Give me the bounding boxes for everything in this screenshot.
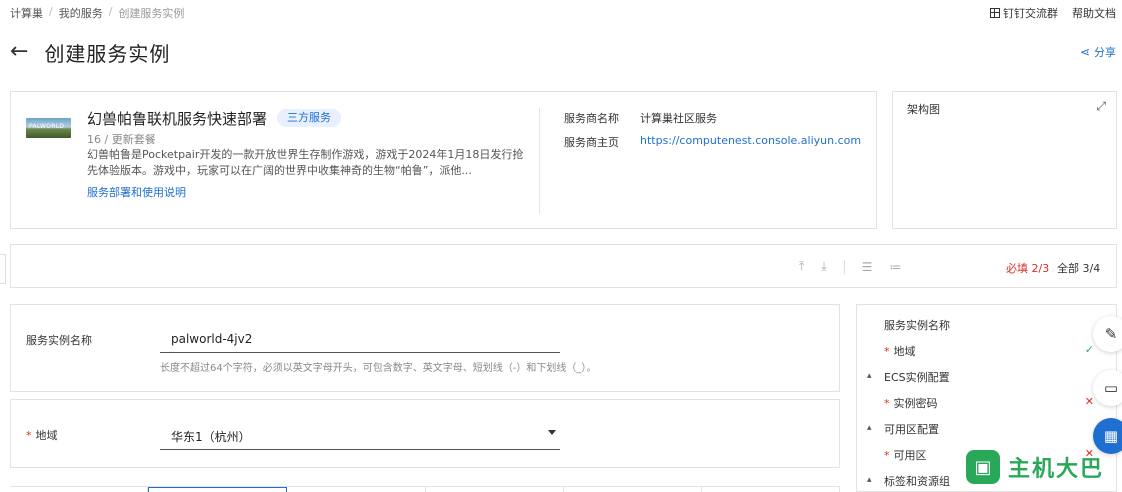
dingtalk-group-link[interactable]: 钉钉交流群 bbox=[990, 5, 1058, 21]
instance-name-label: 服务实例名称 bbox=[26, 334, 92, 347]
zone-tab[interactable] bbox=[564, 487, 702, 492]
required-asterisk: * bbox=[26, 429, 32, 442]
collapse-all-icon[interactable]: ☰ bbox=[862, 260, 873, 274]
pencil-icon: ✎ bbox=[1104, 325, 1118, 343]
title-row: ← 创建服务实例 bbox=[10, 38, 170, 66]
third-party-badge: 三方服务 bbox=[277, 109, 341, 127]
list-icon[interactable]: ≔ bbox=[889, 260, 901, 274]
check-icon: ✓ bbox=[1084, 343, 1094, 356]
provider-row: 服务商名称 计算巢社区服务 bbox=[564, 110, 717, 126]
region-label: 地域 bbox=[35, 429, 58, 442]
top-bar: 计算巢 / 我的服务 / 创建服务实例 钉钉交流群 帮助文档 bbox=[0, 0, 1122, 26]
scroll-bottom-icon[interactable]: ⤓ bbox=[821, 259, 826, 274]
outline-item-password[interactable]: * 实例密码 bbox=[884, 395, 938, 411]
outline-item-instance-name[interactable]: 服务实例名称 bbox=[884, 317, 950, 333]
chat-icon: ▭ bbox=[1103, 379, 1119, 397]
expand-icon[interactable]: ⤢ bbox=[1096, 99, 1106, 114]
outline-item-password-label: 实例密码 bbox=[893, 397, 938, 410]
outline-item-zone[interactable]: * 可用区 bbox=[884, 447, 927, 463]
outline-item-region[interactable]: * 地域 bbox=[884, 343, 916, 359]
provider-label: 服务商名称 bbox=[564, 112, 619, 125]
share-label: 分享 bbox=[1094, 46, 1116, 59]
architecture-title: 架构图 bbox=[907, 103, 940, 116]
top-right-links: 钉钉交流群 帮助文档 bbox=[990, 5, 1116, 21]
breadcrumb-separator: / bbox=[108, 5, 113, 18]
region-label-wrap: * 地域 bbox=[26, 427, 58, 443]
instance-name-hint: 长度不超过64个字符，必须以英文字母开头，可包含数字、英文字母、短划线（-）和下… bbox=[160, 363, 597, 374]
collapse-bullet-icon[interactable]: ▴ bbox=[867, 371, 872, 381]
share-icon: ⋖ bbox=[1079, 45, 1090, 59]
zone-tab[interactable] bbox=[10, 487, 149, 492]
back-arrow-icon[interactable]: ← bbox=[10, 41, 28, 63]
required-asterisk: * bbox=[884, 345, 890, 358]
breadcrumb-item-my-services[interactable]: 我的服务 bbox=[59, 5, 103, 21]
collapse-bullet-icon[interactable]: ▴ bbox=[867, 475, 872, 485]
outline-item-ecs[interactable]: ECS实例配置 bbox=[884, 369, 950, 385]
breadcrumb-item-computenest[interactable]: 计算巢 bbox=[10, 5, 43, 21]
form-toolbar: ⤒ ⤓ ☰ ≔ 必填 2/3 全部 3/4 bbox=[10, 244, 1117, 288]
homepage-label: 服务商主页 bbox=[564, 136, 619, 149]
bus-icon: ▣ bbox=[966, 450, 1000, 484]
zone-tab[interactable] bbox=[702, 487, 841, 492]
deploy-guide-link[interactable]: 服务部署和使用说明 bbox=[87, 184, 186, 200]
homepage-row: 服务商主页 https://computenest.console.aliyun… bbox=[564, 134, 861, 150]
zone-tab-active[interactable] bbox=[148, 487, 288, 492]
edit-float-button[interactable]: ✎ bbox=[1093, 316, 1122, 352]
region-select[interactable]: 华东1（杭州） bbox=[160, 420, 560, 450]
breadcrumb-separator: / bbox=[49, 5, 53, 18]
instance-name-card: 服务实例名称 长度不超过64个字符，必须以英文字母开头，可包含数字、英文字母、短… bbox=[10, 304, 840, 392]
dingtalk-group-label: 钉钉交流群 bbox=[1003, 7, 1058, 20]
outline-item-zone-config[interactable]: 可用区配置 bbox=[884, 421, 939, 437]
instance-name-input[interactable] bbox=[160, 325, 560, 353]
service-info-card: PALWORLD 幻兽帕鲁联机服务快速部署 三方服务 16 / 更新套餐 幻兽帕… bbox=[10, 91, 877, 229]
service-title: 幻兽帕鲁联机服务快速部署 bbox=[87, 110, 268, 128]
zone-tab[interactable] bbox=[287, 487, 426, 492]
watermark: ▣ 主机大巴 bbox=[966, 450, 1104, 484]
zone-tab[interactable] bbox=[426, 487, 564, 492]
region-card: * 地域 华东1（杭州） bbox=[10, 399, 840, 468]
error-x-icon: ✕ bbox=[1084, 395, 1094, 408]
architecture-card: 架构图 ⤢ bbox=[892, 91, 1117, 229]
outline-item-zone-label: 可用区 bbox=[893, 449, 927, 462]
service-description: 幻兽帕鲁是Pocketpair开发的一款开放世界生存制作游戏，游戏于2024年1… bbox=[87, 148, 524, 177]
all-count[interactable]: 全部 3/4 bbox=[1057, 260, 1100, 276]
toolbar-divider bbox=[843, 259, 845, 274]
scroll-top-icon[interactable]: ⤒ bbox=[799, 259, 804, 274]
provider-value: 计算巢社区服务 bbox=[640, 112, 717, 125]
help-docs-link[interactable]: 帮助文档 bbox=[1072, 5, 1116, 21]
apps-float-button[interactable]: ▦ bbox=[1093, 418, 1122, 454]
share-button[interactable]: ⋖ 分享 bbox=[1080, 44, 1116, 60]
outline-item-region-label: 地域 bbox=[893, 345, 916, 358]
left-side-tab[interactable] bbox=[0, 254, 6, 284]
required-asterisk: * bbox=[884, 449, 890, 462]
required-asterisk: * bbox=[884, 397, 890, 410]
service-version: 16 / 更新套餐 bbox=[87, 133, 156, 146]
breadcrumb-item-current: 创建服务实例 bbox=[118, 7, 185, 20]
watermark-text: 主机大巴 bbox=[1008, 457, 1105, 482]
service-thumbnail-logo: PALWORLD bbox=[29, 123, 65, 130]
homepage-link[interactable]: https://computenest.console.aliyun.com bbox=[640, 134, 861, 150]
service-thumbnail: PALWORLD bbox=[26, 118, 71, 138]
feedback-float-button[interactable]: ▭ bbox=[1093, 370, 1122, 406]
apps-grid-icon: ▦ bbox=[1103, 427, 1119, 445]
breadcrumb: 计算巢 / 我的服务 / 创建服务实例 bbox=[10, 5, 184, 21]
zone-tabs bbox=[10, 486, 841, 492]
dingtalk-icon bbox=[990, 8, 1000, 18]
page-title: 创建服务实例 bbox=[44, 41, 171, 66]
outline-item-tags[interactable]: 标签和资源组 bbox=[884, 473, 950, 489]
region-select-value: 华东1（杭州） bbox=[171, 430, 251, 444]
collapse-bullet-icon[interactable]: ▴ bbox=[867, 423, 872, 433]
toolbar-icons: ⤒ ⤓ ☰ ≔ bbox=[799, 259, 901, 274]
chevron-down-icon bbox=[548, 430, 556, 435]
divider bbox=[539, 108, 540, 214]
required-count[interactable]: 必填 2/3 bbox=[1006, 260, 1049, 276]
